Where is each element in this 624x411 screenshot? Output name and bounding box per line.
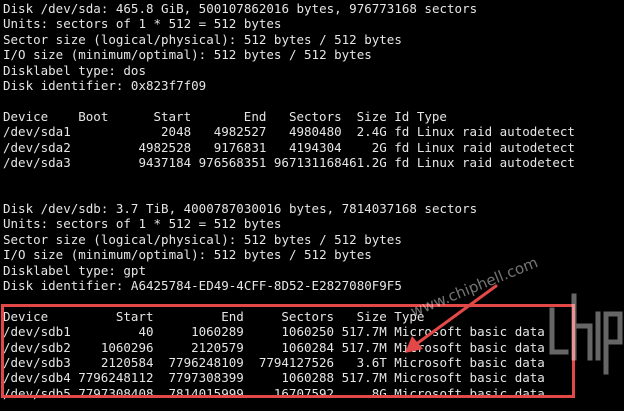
sdb-header: Disk /dev/sdb: 3.7 TiB, 4000787030016 by… (3, 201, 623, 293)
sectors-cell: 967131168 (273, 154, 342, 170)
sdb-partition-table: Device Start End Sectors Size Type /dev/… (3, 309, 623, 401)
column-header: Boot (78, 108, 109, 124)
size-cell: 3.6T (356, 354, 387, 370)
sectors-cell: 7794127526 (258, 354, 335, 370)
type-cell: Microsoft basic data (394, 339, 545, 355)
end-cell: 7796248109 (168, 354, 244, 370)
size-cell: 517.7M (341, 324, 387, 340)
sectors-cell: 16707592 (273, 385, 335, 401)
sectors-cell: 4980480 (288, 124, 342, 140)
device-cell: /dev/sdb1 (3, 324, 71, 340)
sectors-cell: 1060288 (281, 370, 335, 386)
table-header-row: Device Boot Start End Sectors Size Id Ty… (3, 109, 623, 124)
table-row: /dev/sdb4 7796248112 7797308399 1060288 … (3, 370, 623, 385)
column-header: Device (3, 108, 49, 124)
start-cell: 4982528 (138, 139, 192, 155)
end-cell: 9176831 (213, 139, 267, 155)
boot-cell (78, 155, 116, 170)
table-row: /dev/sda1 2048 4982527 4980480 2.4G fd L… (3, 124, 623, 139)
size-cell: 8G (371, 385, 387, 401)
table-row: /dev/sdb3 2120584 7796248109 7794127526 … (3, 355, 623, 370)
device-cell: /dev/sdb5 (3, 385, 71, 401)
device-cell: /dev/sdb2 (3, 339, 71, 355)
device-cell: /dev/sdb3 (3, 354, 71, 370)
start-cell: 2048 (161, 124, 192, 140)
table-row: /dev/sda2 4982528 9176831 4194304 2G fd … (3, 140, 623, 155)
start-cell: 7797308408 (78, 385, 154, 401)
terminal-line: Disk /dev/sda: 465.8 GiB, 500107862016 b… (3, 1, 478, 16)
sda-header: Disk /dev/sda: 465.8 GiB, 500107862016 b… (3, 1, 623, 93)
end-cell: 7797308399 (168, 370, 244, 386)
column-header: Type (394, 308, 425, 324)
device-cell: /dev/sda2 (3, 139, 71, 155)
start-cell: 1060296 (100, 339, 154, 355)
column-header: Start (153, 108, 192, 124)
column-header: Start (115, 308, 154, 324)
terminal-line: Units: sectors of 1 * 512 = 512 bytes (3, 216, 282, 232)
column-header: Sectors (288, 108, 342, 124)
type-cell: Microsoft basic data (394, 354, 545, 370)
end-cell: 4982527 (213, 124, 267, 140)
device-cell: /dev/sdb4 (3, 370, 71, 386)
column-header: Type (416, 108, 447, 124)
size-cell: 461.2G (341, 154, 387, 170)
table-row: /dev/sdb2 1060296 2120579 1060284 517.7M… (3, 340, 623, 355)
size-cell: 2.4G (356, 124, 387, 140)
column-header: Size (356, 308, 387, 324)
terminal-line: Sector size (logical/physical): 512 byte… (3, 231, 402, 247)
terminal-line: Disk identifier: 0x823f7f09 (3, 77, 207, 93)
type-cell: Linux raid autodetect (416, 154, 575, 170)
table-row: /dev/sda3 9437184 976568351 967131168 46… (3, 155, 623, 170)
column-header: End (243, 108, 267, 124)
size-cell: 517.7M (341, 370, 387, 386)
id-cell: fd (394, 139, 410, 155)
start-cell: 2120584 (100, 354, 154, 370)
column-header: Id (394, 108, 410, 124)
boot-cell (78, 140, 116, 155)
start-cell: 9437184 (138, 154, 192, 170)
id-cell: fd (394, 154, 410, 170)
terminal-line: Disk /dev/sdb: 3.7 TiB, 4000787030016 by… (3, 201, 478, 217)
column-header: Device (3, 308, 49, 324)
type-cell: Microsoft basic data (394, 370, 545, 386)
sectors-cell: 4194304 (288, 139, 342, 155)
start-cell: 40 (138, 324, 154, 340)
device-cell: /dev/sda3 (3, 154, 71, 170)
terminal-line: Disklabel type: dos (3, 62, 146, 78)
type-cell: Microsoft basic data (394, 385, 545, 401)
sectors-cell: 1060284 (281, 339, 335, 355)
type-cell: Microsoft basic data (394, 324, 545, 340)
terminal-line: I/O size (minimum/optimal): 512 bytes / … (3, 247, 372, 263)
end-cell: 2120579 (191, 339, 244, 355)
end-cell: 976568351 (198, 154, 267, 170)
terminal-line: Sector size (logical/physical): 512 byte… (3, 31, 402, 47)
column-header: End (221, 308, 244, 324)
terminal-output: Disk /dev/sda: 465.8 GiB, 500107862016 b… (3, 1, 623, 410)
table-row: /dev/sdb1 40 1060289 1060250 517.7M Micr… (3, 324, 623, 339)
column-header: Size (356, 108, 387, 124)
table-header-row: Device Start End Sectors Size Type (3, 309, 623, 324)
terminal-line: Disk identifier: A6425784-ED49-4CFF-8D52… (3, 278, 402, 294)
column-header: Sectors (281, 308, 335, 324)
id-cell: fd (394, 124, 410, 140)
end-cell: 1060289 (191, 324, 244, 340)
type-cell: Linux raid autodetect (416, 124, 575, 140)
size-cell: 2G (371, 139, 387, 155)
terminal-line: Units: sectors of 1 * 512 = 512 bytes (3, 16, 282, 32)
table-row: /dev/sdb5 7797308408 7814015999 16707592… (3, 386, 623, 401)
boot-cell (78, 124, 116, 139)
size-cell: 517.7M (341, 339, 387, 355)
end-cell: 7814015999 (168, 385, 244, 401)
device-cell: /dev/sda1 (3, 124, 71, 140)
terminal-line: I/O size (minimum/optimal): 512 bytes / … (3, 47, 372, 63)
terminal-line: Disklabel type: gpt (3, 262, 146, 278)
type-cell: Linux raid autodetect (416, 139, 575, 155)
start-cell: 7796248112 (78, 370, 154, 386)
sda-partition-table: Device Boot Start End Sectors Size Id Ty… (3, 109, 623, 171)
sectors-cell: 1060250 (281, 324, 335, 340)
